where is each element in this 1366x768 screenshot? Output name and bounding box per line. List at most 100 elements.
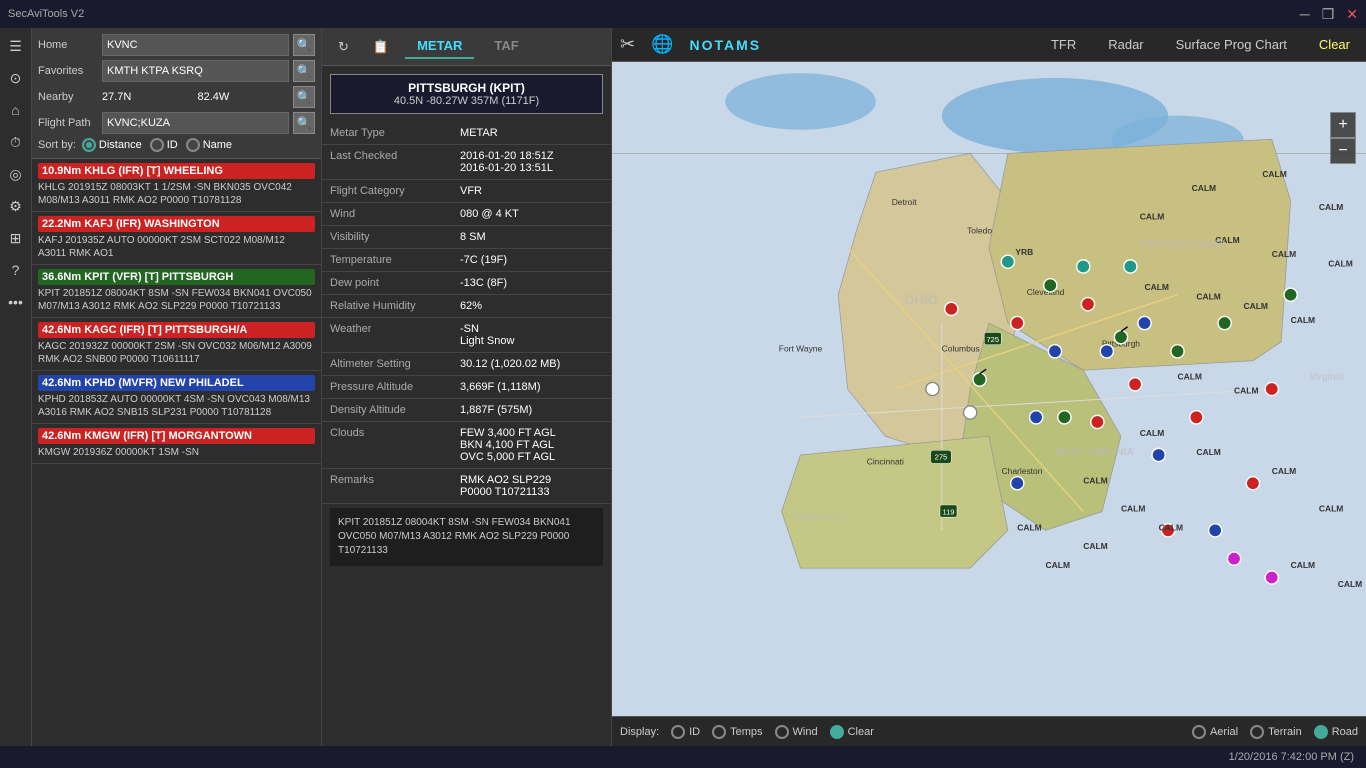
metar-field-value: -SN Light Snow [452,318,611,353]
view-terrain-option[interactable]: Terrain [1250,725,1302,739]
metar-field-row: Flight Category VFR [322,180,611,203]
briefing-icon[interactable]: 📋 [365,35,397,59]
home-label: Home [38,39,98,51]
zoom-out-button[interactable]: − [1330,138,1356,164]
metar-field-row: Last Checked 2016-01-20 18:51Z 2016-01-2… [322,145,611,180]
svg-text:CALM: CALM [1121,504,1145,514]
minimize-button[interactable]: ─ [1300,6,1310,23]
flight-path-input[interactable] [102,112,289,134]
nearby-lat: 27.7N [102,91,194,103]
metar-field-label: Wind [322,203,452,226]
svg-text:Fort Wayne: Fort Wayne [779,343,823,353]
svg-text:CALM: CALM [1145,282,1169,292]
station-list-item[interactable]: 36.6Nm KPIT (VFR) [T] PITTSBURGH KPIT 20… [32,265,321,318]
display-wind-radio[interactable] [775,725,789,739]
sort-name-radio[interactable] [186,138,200,152]
view-road-radio[interactable] [1314,725,1328,739]
sort-id-option[interactable]: ID [150,138,178,152]
station-list-item[interactable]: 22.2Nm KAFJ (IFR) WASHINGTON KAFJ 201935… [32,212,321,265]
globe-icon[interactable]: ⊙ [2,64,30,92]
display-id-option[interactable]: ID [671,725,700,739]
help-icon[interactable]: ? [2,256,30,284]
sort-id-radio[interactable] [150,138,164,152]
sort-distance-option[interactable]: Distance [82,138,142,152]
svg-text:OHIO: OHIO [904,292,938,307]
location-icon[interactable]: ◎ [2,160,30,188]
metar-field-label: Clouds [322,422,452,469]
map-display[interactable]: Toledo Detroit Cleveland Columbus Pittsb… [612,62,1366,716]
metar-header: ↻ 📋 METAR TAF [322,28,611,66]
metar-field-row: Visibility 8 SM [322,226,611,249]
svg-text:Toledo: Toledo [967,225,992,235]
flight-path-search-button[interactable]: 🔍 [293,112,315,134]
svg-text:CALM: CALM [1046,560,1070,570]
refresh-icon[interactable]: ↻ [330,35,357,59]
controls-panel: Home 🔍 Favorites 🔍 Nearby 27.7N 82.4W 🔍 … [32,28,321,159]
metar-tab[interactable]: METAR [405,34,474,59]
svg-text:119: 119 [942,507,954,516]
svg-text:CALM: CALM [1083,541,1107,551]
display-id-radio[interactable] [671,725,685,739]
metar-field-row: Temperature -7C (19F) [322,249,611,272]
metar-field-label: Pressure Altitude [322,376,452,399]
home-search-button[interactable]: 🔍 [293,34,315,56]
metar-field-label: Remarks [322,469,452,504]
tfr-button[interactable]: TFR [1043,33,1084,56]
raw-metar-text: KPIT 201851Z 08004KT 8SM -SN FEW034 BKN0… [330,508,603,566]
home-icon[interactable]: ⌂ [2,96,30,124]
nearby-label: Nearby [38,91,98,103]
metar-field-value: 62% [452,295,611,318]
zoom-in-button[interactable]: + [1330,112,1356,138]
display-temps-option[interactable]: Temps [712,725,762,739]
metar-field-label: Temperature [322,249,452,272]
metar-field-value: METAR [452,122,611,145]
metar-field-value: -13C (8F) [452,272,611,295]
more-icon[interactable]: ••• [2,288,30,316]
metar-field-label: Relative Humidity [322,295,452,318]
icon-sidebar: ☰ ⊙ ⌂ ⏱ ◎ ⚙ ⊞ ? ••• [0,28,32,746]
metar-field-value: 1,887F (575M) [452,399,611,422]
svg-text:PENNSYLVANIA: PENNSYLVANIA [1140,239,1227,251]
view-terrain-radio[interactable] [1250,725,1264,739]
gear-icon[interactable]: ⚙ [2,192,30,220]
view-road-option[interactable]: Road [1314,725,1358,739]
svg-text:275: 275 [935,453,948,462]
station-list-item[interactable]: 42.6Nm KMGW (IFR) [T] MORGANTOWN KMGW 20… [32,424,321,464]
globe-map-icon: 🌐 [651,34,673,55]
radar-button[interactable]: Radar [1100,33,1151,56]
station-list-item[interactable]: 42.6Nm KAGC (IFR) [T] PITTSBURGH/A KAGC … [32,318,321,371]
favorites-search-button[interactable]: 🔍 [293,60,315,82]
svg-text:CALM: CALM [1243,301,1267,311]
clear-map-button[interactable]: Clear [1311,33,1358,56]
metar-field-value: 2016-01-20 18:51Z 2016-01-20 13:51L [452,145,611,180]
sort-name-option[interactable]: Name [186,138,232,152]
network-icon[interactable]: ⊞ [2,224,30,252]
sort-distance-radio[interactable] [82,138,96,152]
display-temps-radio[interactable] [712,725,726,739]
metar-field-label: Dew point [322,272,452,295]
close-button[interactable]: ✕ [1346,6,1358,23]
svg-text:KENTUCKY: KENTUCKY [791,513,849,524]
clock-icon[interactable]: ⏱ [2,128,30,156]
metar-field-row: Relative Humidity 62% [322,295,611,318]
home-input[interactable] [102,34,289,56]
maximize-button[interactable]: ❒ [1322,6,1335,23]
station-list-item[interactable]: 10.9Nm KHLG (IFR) [T] WHEELING KHLG 2019… [32,159,321,212]
view-aerial-option[interactable]: Aerial [1192,725,1238,739]
station-full-name: PITTSBURGH (KPIT) [337,81,596,95]
metar-fields-table: Metar Type METAR Last Checked 2016-01-20… [322,122,611,504]
station-list-item[interactable]: 42.6Nm KPHD (MVFR) NEW PHILADEL KPHD 201… [32,371,321,424]
nearby-search-button[interactable]: 🔍 [293,86,315,108]
metar-field-value: 080 @ 4 KT [452,203,611,226]
display-wind-option[interactable]: Wind [775,725,818,739]
view-aerial-radio[interactable] [1192,725,1206,739]
display-clear-option[interactable]: Clear [830,725,874,739]
taf-tab[interactable]: TAF [482,34,530,59]
titlebar: SecAviTools V2 ─ ❒ ✕ [0,0,1366,28]
svg-text:CALM: CALM [1083,475,1107,485]
surface-prog-chart-button[interactable]: Surface Prog Chart [1168,33,1295,56]
menu-icon[interactable]: ☰ [2,32,30,60]
favorites-input[interactable] [102,60,289,82]
display-clear-radio[interactable] [830,725,844,739]
metar-field-row: Clouds FEW 3,400 FT AGL BKN 4,100 FT AGL… [322,422,611,469]
